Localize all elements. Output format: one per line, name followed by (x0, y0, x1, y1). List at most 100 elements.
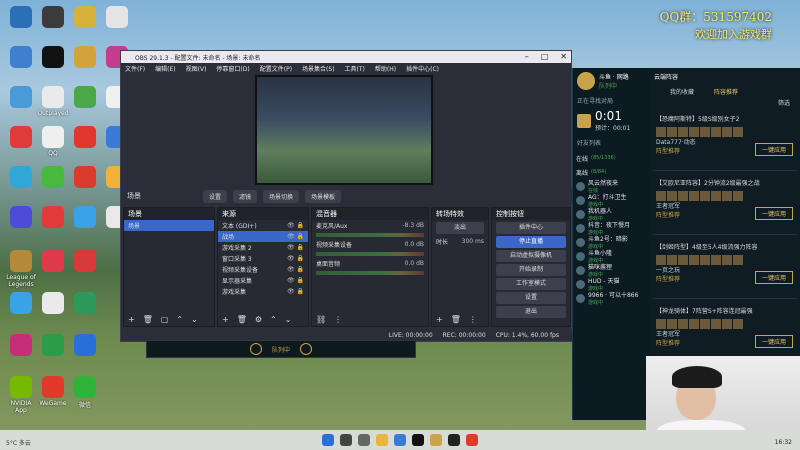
desktop-icon[interactable] (68, 86, 102, 110)
obs-preview[interactable] (255, 75, 433, 185)
menu-file[interactable]: 文件(F) (125, 64, 145, 73)
filter-button[interactable]: 筛选 (650, 98, 800, 107)
desktop-icon[interactable] (4, 334, 38, 358)
trash-icon[interactable]: 🗑 (237, 315, 247, 324)
menu-help[interactable]: 帮助(H) (375, 64, 396, 73)
friend-item[interactable]: 斗鱼2号：暗影 游戏中 (573, 235, 650, 250)
explorer-icon[interactable] (376, 434, 388, 446)
minimize-icon[interactable]: – (525, 52, 529, 61)
desktop-icon[interactable] (68, 126, 102, 150)
desktop-icon[interactable] (68, 334, 102, 358)
studio-mode-button[interactable]: 工作室模式 (496, 278, 566, 290)
desktop-icon-wegame[interactable]: WeGame (36, 376, 70, 407)
friend-item[interactable]: AG：打斗卫生 游戏中 (573, 193, 650, 208)
cancel-queue-icon[interactable] (249, 343, 262, 355)
desktop-icon[interactable] (36, 292, 70, 316)
desktop-icon[interactable] (4, 6, 38, 30)
desktop-icon-qq[interactable]: QQ (36, 126, 70, 157)
virtual-camera-button[interactable]: 启动虚拟摄像机 (496, 250, 566, 262)
desktop-icon[interactable] (68, 6, 102, 30)
source-item[interactable]: 文本 (GDI+) 👁 🔒 (218, 220, 308, 231)
friend-item[interactable]: 我机器人 游戏中 (573, 207, 650, 222)
menu-scene-collection[interactable]: 场景集合(S) (302, 64, 335, 73)
menu-profile[interactable]: 配置文件(P) (260, 64, 292, 73)
source-item[interactable]: 窗口采集 3 👁 🔒 (218, 253, 308, 264)
plugin-center-button[interactable]: 插件中心 (496, 222, 566, 234)
desktop-icon[interactable] (4, 206, 38, 230)
source-item[interactable]: 显示器采集 👁 🔒 (218, 275, 308, 286)
start-recording-button[interactable]: 开始录制 (496, 264, 566, 276)
friend-item[interactable]: HUD - 天猫 游戏中 (573, 277, 650, 292)
desktop-icon[interactable] (68, 46, 102, 70)
desktop-icon[interactable] (4, 86, 38, 110)
lineup-card[interactable]: 【恐魔阿斯特】5级S级别女子2 Data777·动态 阵型推荐 一键应用 (653, 111, 797, 171)
lineup-card[interactable]: 【神龙骑体】7阵营S+阵容连冠最强 王者冠军 阵型推荐 一键应用 (653, 303, 797, 363)
gear-icon[interactable]: ⚙ (255, 315, 262, 324)
add-icon[interactable]: + (222, 315, 229, 324)
friend-group[interactable]: 在线 (85/1336) (573, 151, 650, 165)
stop-streaming-button[interactable]: 停止直播 (496, 236, 566, 248)
desktop-icon-league[interactable]: League of Legends (4, 250, 38, 288)
apply-button[interactable]: 一键应用 (754, 271, 793, 284)
friend-group[interactable]: 离线 (8/84) (573, 165, 650, 179)
tab-recommended[interactable]: 阵容推荐 (714, 87, 738, 96)
add-icon[interactable]: + (128, 315, 135, 324)
source-item[interactable]: 游戏采集 👁 🔒 (218, 286, 308, 297)
apply-button[interactable]: 一键应用 (754, 143, 793, 156)
menu-tools[interactable]: 工具(T) (345, 64, 365, 73)
friend-item[interactable]: 斗鱼小隆 游戏中 (573, 249, 650, 264)
settings-button[interactable]: 设置 (496, 292, 566, 304)
up-icon[interactable]: ⌃ (176, 315, 183, 324)
menu-docks[interactable]: 停靠窗口(D) (216, 64, 249, 73)
scene-item[interactable]: 场景 (124, 220, 214, 231)
menu-view[interactable]: 视图(V) (186, 64, 207, 73)
menu-edit[interactable]: 编辑(E) (155, 64, 175, 73)
transition-select[interactable]: 淡出 (436, 222, 484, 234)
desktop-icon[interactable] (36, 166, 70, 190)
up-icon[interactable]: ⌃ (270, 315, 277, 324)
desktop-icon[interactable] (36, 46, 70, 70)
maximize-icon[interactable]: □ (541, 52, 549, 61)
source-item[interactable]: 战场 👁 🔒 (218, 231, 308, 242)
desktop-icon[interactable] (4, 126, 38, 150)
desktop-icon-wechat[interactable]: 微信 (68, 376, 102, 409)
duration-field[interactable]: 300 ms (462, 238, 484, 245)
desktop-icon[interactable] (68, 166, 102, 190)
menu-plugins[interactable]: 插件中心(C) (406, 64, 439, 73)
scene-settings-button[interactable]: 设置 (203, 189, 228, 203)
desktop-icon[interactable] (36, 206, 70, 230)
lineup-card[interactable]: 【剑姬阵型】4级至5人4级流强力阵容 一页之玩 阵型推荐 一键应用 (653, 239, 797, 299)
friend-item[interactable]: 9966 · 可以十866 游戏中 (573, 291, 650, 306)
lineup-card[interactable]: 【艾欧尼亚阵容】2分钟流2级最强之战 王者冠军 阵型推荐 一键应用 (653, 175, 797, 235)
chat-icon[interactable] (300, 343, 312, 355)
apply-button[interactable]: 一键应用 (754, 207, 793, 220)
desktop-icon[interactable] (36, 334, 70, 358)
exit-button[interactable]: 退出 (496, 306, 566, 318)
trash-icon[interactable]: 🗑 (143, 315, 153, 324)
scene-template-button[interactable]: 场景模板 (305, 189, 342, 203)
source-item[interactable]: 视频采集设备 👁 🔒 (218, 264, 308, 275)
desktop-icon[interactable] (100, 6, 134, 30)
down-icon[interactable]: ⌄ (285, 315, 292, 324)
close-icon[interactable]: ✕ (560, 52, 567, 61)
obs-icon[interactable] (412, 434, 424, 446)
weather-widget[interactable]: 5°C 多云 (6, 438, 31, 447)
friend-item[interactable]: 风云然夜来 在线 (573, 179, 650, 194)
friend-item[interactable]: 抖音：夜下慢月 游戏中 (573, 221, 650, 236)
scene-filters-button[interactable]: 滤镜 (233, 189, 258, 203)
down-icon[interactable]: ⌄ (191, 315, 198, 324)
start-icon[interactable] (322, 434, 334, 446)
app-icon[interactable] (448, 434, 460, 446)
league-icon[interactable] (430, 434, 442, 446)
link-icon[interactable]: ⛓ (316, 315, 326, 324)
desktop-icon[interactable] (4, 46, 38, 70)
desktop-icon[interactable] (36, 250, 70, 274)
desktop-icon[interactable] (4, 292, 38, 316)
friend-item[interactable]: 猫咪酱狸 游戏中 (573, 263, 650, 278)
desktop-icon-nvidia[interactable]: NVIDIA App (4, 376, 38, 414)
apply-button[interactable]: 一键应用 (754, 335, 793, 348)
search-icon[interactable] (340, 434, 352, 446)
more-icon[interactable]: ⋮ (469, 315, 477, 324)
filter-icon[interactable]: ▢ (161, 315, 169, 324)
source-item[interactable]: 游戏采集 2 👁 🔒 (218, 242, 308, 253)
